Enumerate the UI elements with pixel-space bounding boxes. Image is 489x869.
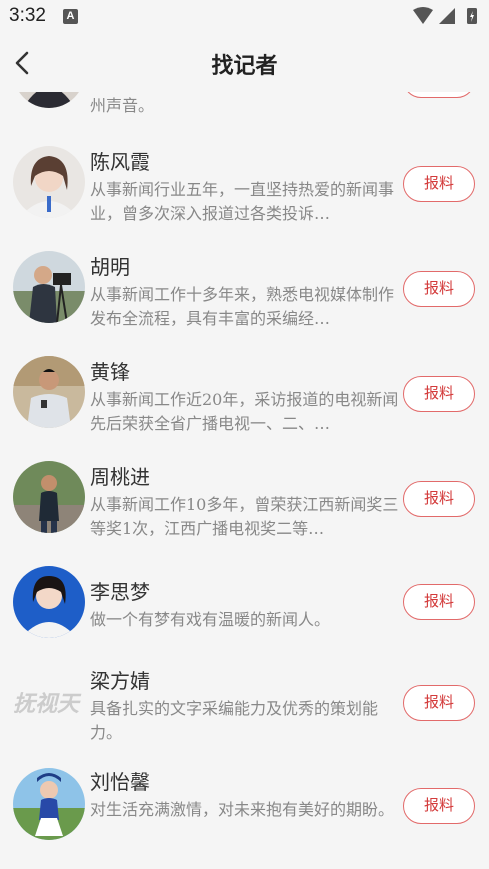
page-title: 找记者 (211, 54, 278, 79)
svg-text:抚视天: 抚视天 (13, 691, 82, 717)
reporter-desc: 具备扎实的文字采编能力及优秀的策划能力。 (90, 699, 379, 742)
report-button[interactable]: 报料 (403, 92, 475, 98)
report-button[interactable]: 报料 (403, 584, 475, 620)
reporter-desc: 州声音。 (90, 96, 155, 115)
reporter-name: 李思梦 (90, 580, 150, 604)
reporter-avatar (13, 251, 85, 323)
reporter-item[interactable]: 周桃进 从事新闻工作10多年，曾荣获江西新闻奖三等奖1次，江西广播电视奖二等… … (0, 457, 489, 561)
report-button[interactable]: 报料 (403, 376, 475, 412)
reporter-item[interactable]: 抚视天 梁方婧 具备扎实的文字采编能力及优秀的策划能力。 报料 (0, 667, 489, 771)
header: 找记者 (0, 34, 489, 92)
reporter-list[interactable]: 州声音。 报料 陈风霞 从事新闻行业五年，一直坚持热爱的新闻事业，曾多次深入报道… (0, 92, 489, 869)
status-icons (413, 7, 477, 24)
reporter-name: 胡明 (90, 255, 130, 279)
reporter-avatar: 抚视天 (13, 667, 85, 739)
reporter-desc: 对生活充满激情，对未来抱有美好的期盼。 (90, 800, 395, 819)
reporter-name: 黄锋 (90, 360, 130, 384)
reporter-name: 梁方婧 (90, 669, 150, 693)
reporter-avatar (13, 768, 85, 840)
reporter-name: 周桃进 (90, 465, 150, 489)
report-button[interactable]: 报料 (403, 685, 475, 721)
signal-icon (439, 8, 455, 24)
wifi-icon (413, 7, 433, 24)
reporter-name: 刘怡馨 (90, 770, 150, 794)
reporter-name: 陈风霞 (90, 150, 150, 174)
report-button[interactable]: 报料 (403, 271, 475, 307)
reporter-item[interactable]: 州声音。 报料 (0, 92, 489, 140)
reporter-item[interactable]: 刘怡馨 对生活充满激情，对未来抱有美好的期盼。 报料 (0, 768, 489, 869)
reporter-item[interactable]: 李思梦 做一个有梦有戏有温暖的新闻人。 报料 (0, 562, 489, 666)
status-time: 3:32 (9, 5, 46, 26)
report-button[interactable]: 报料 (403, 166, 475, 202)
reporter-item[interactable]: 黄锋 从事新闻工作近20年，采访报道的电视新闻先后荣获全省广播电视一、二、… 报… (0, 352, 489, 456)
report-button[interactable]: 报料 (403, 788, 475, 824)
reporter-avatar (13, 461, 85, 533)
reporter-avatar (13, 356, 85, 428)
status-bar: 3:32 A (0, 0, 489, 34)
reporter-desc: 做一个有梦有戏有温暖的新闻人。 (90, 610, 331, 629)
reporter-item[interactable]: 胡明 从事新闻工作十多年来，熟悉电视媒体制作发布全流程，具有丰富的采编经… 报料 (0, 247, 489, 351)
reporter-desc: 从事新闻工作10多年，曾荣获江西新闻奖三等奖1次，江西广播电视奖二等… (90, 495, 399, 538)
reporter-desc: 从事新闻工作十多年来，熟悉电视媒体制作发布全流程，具有丰富的采编经… (90, 285, 395, 328)
reporter-desc: 从事新闻工作近20年，采访报道的电视新闻先后荣获全省广播电视一、二、… (90, 390, 399, 433)
reporter-item[interactable]: 陈风霞 从事新闻行业五年，一直坚持热爱的新闻事业，曾多次深入报道过各类投诉… 报… (0, 142, 489, 246)
reporter-avatar (13, 146, 85, 218)
notification-a-icon: A (63, 9, 78, 24)
reporter-avatar (13, 566, 85, 638)
report-button[interactable]: 报料 (403, 481, 475, 517)
reporter-desc: 从事新闻行业五年，一直坚持热爱的新闻事业，曾多次深入报道过各类投诉… (90, 180, 395, 223)
reporter-avatar (13, 92, 85, 108)
